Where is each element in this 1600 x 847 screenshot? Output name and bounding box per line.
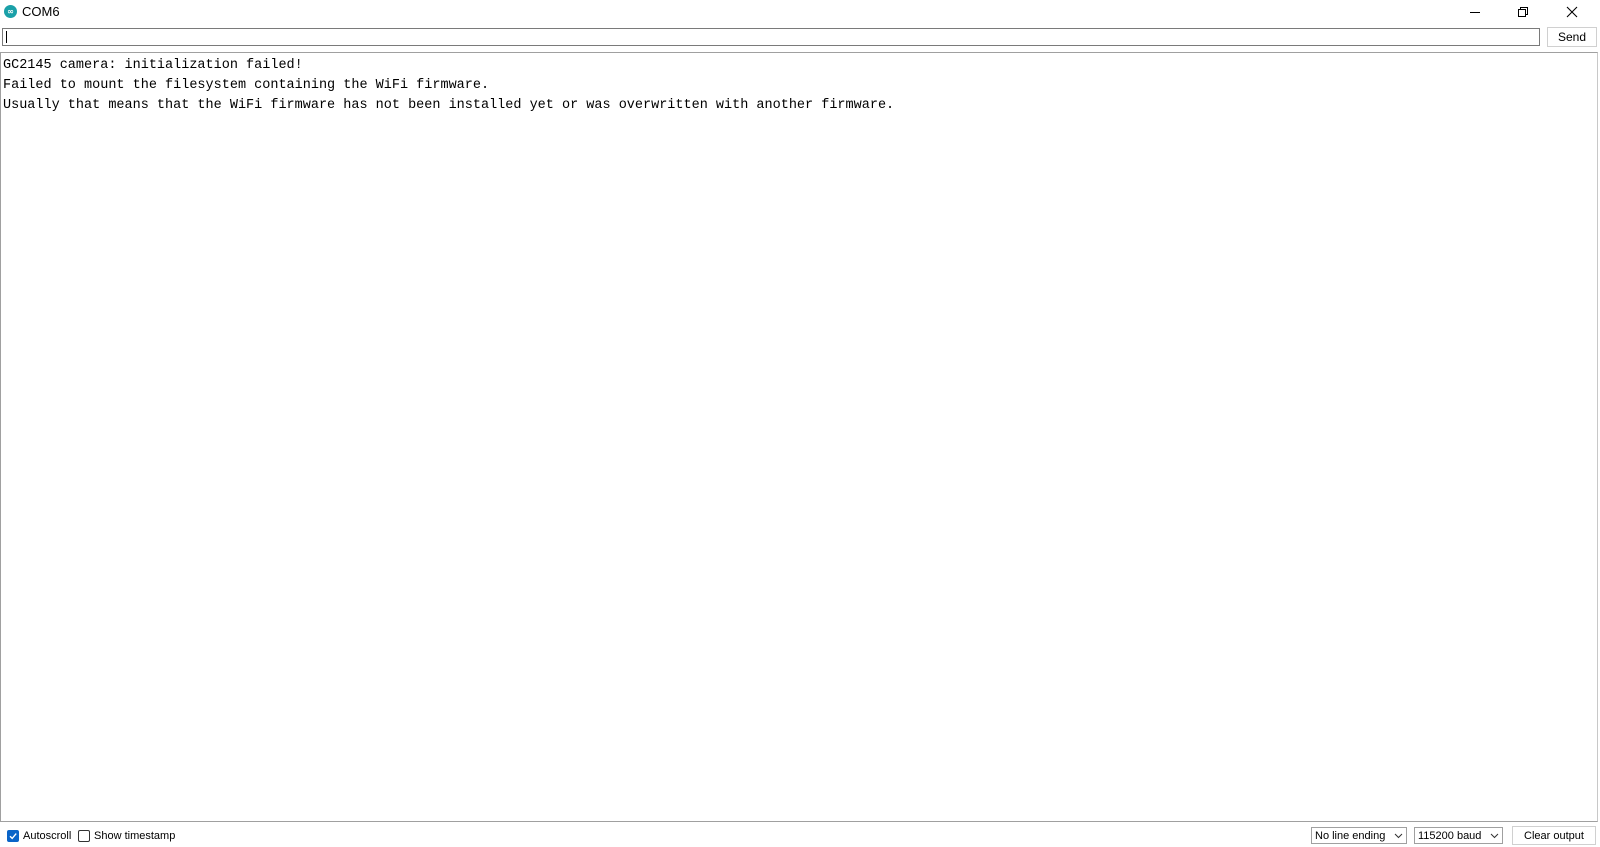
clear-output-button[interactable]: Clear output — [1512, 826, 1596, 845]
line-ending-select[interactable]: No line ending — [1311, 827, 1407, 844]
minimize-button[interactable] — [1452, 0, 1498, 24]
checkbox-unchecked-icon[interactable] — [78, 830, 90, 842]
arduino-icon: ∞ — [4, 5, 17, 18]
show-timestamp-checkbox[interactable]: Show timestamp — [78, 828, 175, 844]
send-button[interactable]: Send — [1547, 27, 1597, 47]
show-timestamp-label: Show timestamp — [94, 830, 176, 842]
send-bar: Send — [0, 27, 1600, 49]
text-caret — [6, 31, 7, 43]
baud-rate-value: 115200 baud — [1418, 829, 1482, 842]
line-ending-value: No line ending — [1315, 829, 1386, 842]
output-line: Failed to mount the filesystem containin… — [3, 78, 490, 93]
autoscroll-label: Autoscroll — [23, 830, 72, 842]
restore-button[interactable] — [1500, 0, 1546, 24]
baud-rate-select[interactable]: 115200 baud — [1414, 827, 1503, 844]
serial-output[interactable]: GC2145 camera: initialization failed! Fa… — [0, 52, 1598, 822]
window-title: COM6 — [22, 4, 60, 19]
close-button[interactable] — [1549, 0, 1595, 24]
chevron-down-icon — [1490, 833, 1499, 839]
checkbox-checked-icon[interactable] — [7, 830, 19, 842]
minimize-icon — [1470, 12, 1480, 13]
output-line: Usually that means that the WiFi firmwar… — [3, 98, 895, 113]
chevron-down-icon — [1394, 833, 1403, 839]
title-bar[interactable]: ∞ COM6 — [0, 0, 1600, 24]
output-line: GC2145 camera: initialization failed! — [3, 58, 303, 73]
restore-icon — [1518, 7, 1528, 17]
close-icon — [1566, 6, 1578, 18]
autoscroll-checkbox[interactable]: Autoscroll — [7, 828, 71, 844]
bottom-bar: Autoscroll Show timestamp No line ending… — [0, 824, 1600, 847]
serial-monitor-window: ∞ COM6 Send GC2145 camera: initializatio — [0, 0, 1600, 847]
send-input[interactable] — [2, 28, 1540, 46]
